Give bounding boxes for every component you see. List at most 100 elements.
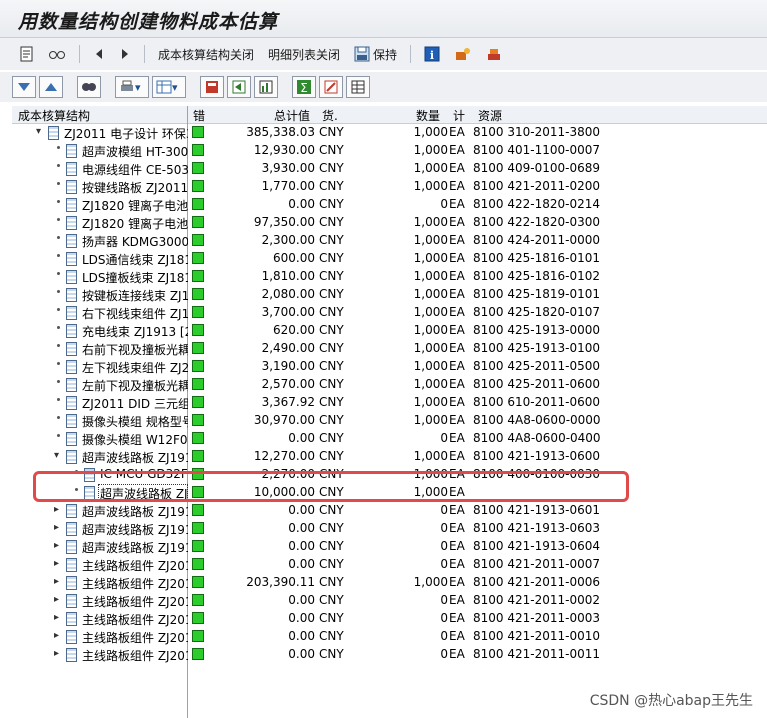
tree-cell[interactable]: LDS撞板线束 ZJ1816 bbox=[12, 268, 188, 286]
table-row[interactable]: ▸ 超声波线路板 ZJ1913 0.00 CNY 0EA 8100 421-1913-06… bbox=[12, 538, 767, 556]
tree-node-label[interactable]: ZJ1820 锂离子电池 S1 bbox=[82, 197, 188, 214]
tree-node-label[interactable]: 左下视线束组件 ZJ201 bbox=[82, 359, 188, 376]
table-row[interactable]: ▸ 超声波线路板 ZJ1913 0.00 CNY 0EA 8100 421-1913-06… bbox=[12, 520, 767, 538]
table-row[interactable]: ZJ2011 DID 三元组 V0 3,367.92 CNY 1,000EA 8100 … bbox=[12, 394, 767, 412]
tree-node-label[interactable]: 按键板连接线束 ZJ181 bbox=[82, 287, 188, 304]
tree-cell[interactable]: ZJ1820 锂离子电池 S1 bbox=[12, 196, 188, 214]
tree-cell[interactable]: 按键线路板 ZJ2011 C0 bbox=[12, 178, 188, 196]
filter-icon[interactable] bbox=[319, 76, 343, 98]
tree-node-label[interactable]: 超声波线路板 ZJ1913 bbox=[82, 521, 188, 538]
collapse-node-icon[interactable]: ▾ bbox=[54, 450, 59, 461]
tree-cell[interactable]: 右前下视及撞板光耦组 bbox=[12, 340, 188, 358]
table-row[interactable]: ▸ 主线路板组件 ZJ2011 0.00 CNY 0EA 8100 421-2011-00… bbox=[12, 592, 767, 610]
tree-node-label[interactable]: LDS通信线束 ZJ1816 bbox=[82, 251, 188, 268]
tree-cell[interactable]: 电源线组件 CE-503S 屏 bbox=[12, 160, 188, 178]
table-row[interactable]: ▸ 主线路板组件 ZJ2011 0.00 CNY 0EA 8100 421-2011-00… bbox=[12, 556, 767, 574]
tree-cell[interactable]: ZJ1820 锂离子电池 S1 bbox=[12, 214, 188, 232]
tree-node-label[interactable]: 充电线束 ZJ1913 [215 bbox=[82, 323, 188, 340]
tree-node-label[interactable]: 左前下视及撞板光耦组 bbox=[82, 377, 188, 394]
table-row[interactable]: ▾ 超声波线路板 ZJ1913 12,270.00 CNY 1,000EA 8100 42… bbox=[12, 448, 767, 466]
settings-icon[interactable] bbox=[450, 43, 476, 65]
tree-cell[interactable]: ▸ 主线路板组件 ZJ2011 bbox=[12, 646, 188, 664]
tree-node-label[interactable]: 主线路板组件 ZJ2011 bbox=[82, 575, 188, 592]
tree-cell[interactable]: ▾ 超声波线路板 ZJ1913 bbox=[12, 448, 188, 466]
tree-node-label[interactable]: ZJ2011 DID 三元组 V0 bbox=[82, 395, 188, 412]
collapse-node-icon[interactable]: ▾ bbox=[36, 126, 41, 137]
tree-cell[interactable]: ▸ 主线路板组件 ZJ2011 bbox=[12, 556, 188, 574]
export-icon[interactable] bbox=[227, 76, 251, 98]
tree-cell[interactable]: 超声波模组 HT-300PL bbox=[12, 142, 188, 160]
table-row[interactable]: LDS撞板线束 ZJ1816 1,810.00 CNY 1,000 EA 8100 425… bbox=[12, 268, 767, 286]
document-icon[interactable] bbox=[16, 43, 38, 65]
table-row[interactable]: ▸ 主线路板组件 ZJ2011 0.00 CNY 0EA 8100 421-2011-00… bbox=[12, 610, 767, 628]
expand-node-icon[interactable]: ▸ bbox=[54, 558, 59, 569]
tree-cell[interactable]: 右下视线束组件 ZJ182 bbox=[12, 304, 188, 322]
tree-cell[interactable]: ▸ 超声波线路板 ZJ1913 bbox=[12, 520, 188, 538]
table-row[interactable]: ZJ1820 锂离子电池 S1 97,350.00 CNY 1,000EA 8100 4… bbox=[12, 214, 767, 232]
tree-cell[interactable]: LDS通信线束 ZJ1816 bbox=[12, 250, 188, 268]
header-currency[interactable]: 货. bbox=[322, 107, 338, 124]
expand-node-icon[interactable]: ▸ bbox=[54, 576, 59, 587]
tree-node-label[interactable]: ZJ2011 电子设计 环保3类 bbox=[64, 125, 188, 142]
table-row[interactable]: 扬声器 KDMG30008M- 2,300.00 CNY 1,000EA 8100 42… bbox=[12, 232, 767, 250]
tool-icon[interactable] bbox=[482, 43, 506, 65]
expand-node-icon[interactable]: ▸ bbox=[54, 504, 59, 515]
save-button[interactable]: 保持 bbox=[350, 43, 401, 65]
tree-cell[interactable]: ▸ 超声波线路板 ZJ1913 bbox=[12, 538, 188, 556]
expand-node-icon[interactable]: ▸ bbox=[54, 612, 59, 623]
collapse-up-icon[interactable] bbox=[39, 76, 63, 98]
table-row[interactable]: 按键板连接线束 ZJ181 2,080.00 CNY 1,000EA 8100 425-… bbox=[12, 286, 767, 304]
tree-node-label[interactable]: 主线路板组件 ZJ2011 bbox=[82, 647, 188, 664]
tree-node-label[interactable]: 按键线路板 ZJ2011 C0 bbox=[82, 179, 188, 196]
header-total[interactable]: 总计值 bbox=[274, 107, 310, 124]
header-error[interactable]: 错 bbox=[193, 107, 205, 124]
tree-node-label[interactable]: 主线路板组件 ZJ2011 bbox=[82, 611, 188, 628]
tree-node-label[interactable]: 摄像头模组 W12F03 1 bbox=[82, 431, 188, 448]
arrow-left-icon[interactable] bbox=[89, 43, 109, 65]
tree-cell[interactable]: 扬声器 KDMG30008M- bbox=[12, 232, 188, 250]
header-resource[interactable]: 资源 bbox=[478, 107, 502, 124]
expand-down-icon[interactable] bbox=[12, 76, 36, 98]
tree-cell[interactable]: 摄像头模组 规格型号 1 bbox=[12, 412, 188, 430]
arrow-right-icon[interactable] bbox=[115, 43, 135, 65]
expand-node-icon[interactable]: ▸ bbox=[54, 630, 59, 641]
table-row[interactable]: 摄像头模组 W12F03 1 0.00 CNY 0EA 8100 4A8-0600-04… bbox=[12, 430, 767, 448]
detail-list-toggle-button[interactable]: 明细列表关闭 bbox=[264, 43, 344, 65]
tree-node-label[interactable]: 右前下视及撞板光耦组 bbox=[82, 341, 188, 358]
table-row[interactable]: 左下视线束组件 ZJ201 3,190.00 CNY 1,000EA 8100 425-… bbox=[12, 358, 767, 376]
cost-structure-toggle-button[interactable]: 成本核算结构关闭 bbox=[154, 43, 258, 65]
tree-cell[interactable]: ZJ2011 DID 三元组 V0 bbox=[12, 394, 188, 412]
table-row[interactable]: ZJ1820 锂离子电池 S1 0.00 CNY 0EA 8100 422-1820-0… bbox=[12, 196, 767, 214]
info-icon[interactable]: i bbox=[420, 43, 444, 65]
tree-cell[interactable]: ▸ 主线路板组件 ZJ2011 bbox=[12, 628, 188, 646]
tree-node-label[interactable]: 摄像头模组 规格型号 1 bbox=[82, 413, 188, 430]
table-row[interactable]: 电源线组件 CE-503S 屏 3,930.00 CNY 1,000EA 8100 40… bbox=[12, 160, 767, 178]
tree-node-label[interactable]: LDS撞板线束 ZJ1816 bbox=[82, 269, 188, 286]
table-row[interactable]: ▸ 超声波线路板 ZJ1913 0.00 CNY 0EA 8100 421-1913-06… bbox=[12, 502, 767, 520]
layout-icon[interactable]: ▾ bbox=[152, 76, 186, 98]
header-qty[interactable]: 数量 bbox=[416, 107, 440, 124]
tree-node-label[interactable]: 超声波线路板 ZJ1913 bbox=[82, 503, 188, 520]
chart-icon[interactable] bbox=[254, 76, 278, 98]
tree-cell[interactable]: 摄像头模组 W12F03 1 bbox=[12, 430, 188, 448]
table-row[interactable]: 摄像头模组 规格型号 1 30,970.00 CNY 1,000EA 8100 4A8-… bbox=[12, 412, 767, 430]
tree-node-label[interactable]: 主线路板组件 ZJ2011 bbox=[82, 593, 188, 610]
tree-cell[interactable]: ▸ 主线路板组件 ZJ2011 bbox=[12, 610, 188, 628]
tree-cell[interactable]: ▸ 主线路板组件 ZJ2011 bbox=[12, 592, 188, 610]
glasses-icon[interactable] bbox=[44, 43, 70, 65]
tree-node-label[interactable]: 超声波线路板 ZJ1913 bbox=[82, 449, 188, 466]
table-row[interactable]: ▸ 主线路板组件 ZJ2011 0.00 CNY 0EA 8100 421-2011-00… bbox=[12, 646, 767, 664]
table-row[interactable]: ▸ 主线路板组件 ZJ2011 203,390.11 CNY 1,000EA 8100 4… bbox=[12, 574, 767, 592]
table-row[interactable]: 按键线路板 ZJ2011 C0 1,770.00 CNY 1,000EA 8100 42… bbox=[12, 178, 767, 196]
sum-icon[interactable]: Σ bbox=[292, 76, 316, 98]
tree-node-label[interactable]: 主线路板组件 ZJ2011 bbox=[82, 629, 188, 646]
table-row[interactable]: 右前下视及撞板光耦组 2,490.00 CNY 1,000EA 8100 425-191… bbox=[12, 340, 767, 358]
tree-node-label[interactable]: ZJ1820 锂离子电池 S1 bbox=[82, 215, 188, 232]
table-icon[interactable] bbox=[346, 76, 370, 98]
tree-cell[interactable]: 左下视线束组件 ZJ201 bbox=[12, 358, 188, 376]
tree-node-label[interactable]: 主线路板组件 ZJ2011 bbox=[82, 557, 188, 574]
tree-cell[interactable]: ▸ 超声波线路板 ZJ1913 bbox=[12, 502, 188, 520]
tree-node-label[interactable]: 右下视线束组件 ZJ182 bbox=[82, 305, 188, 322]
tree-cell[interactable]: 左前下视及撞板光耦组 bbox=[12, 376, 188, 394]
table-row[interactable]: 充电线束 ZJ1913 [215 620.00 CNY 1,000EA 8100 425… bbox=[12, 322, 767, 340]
